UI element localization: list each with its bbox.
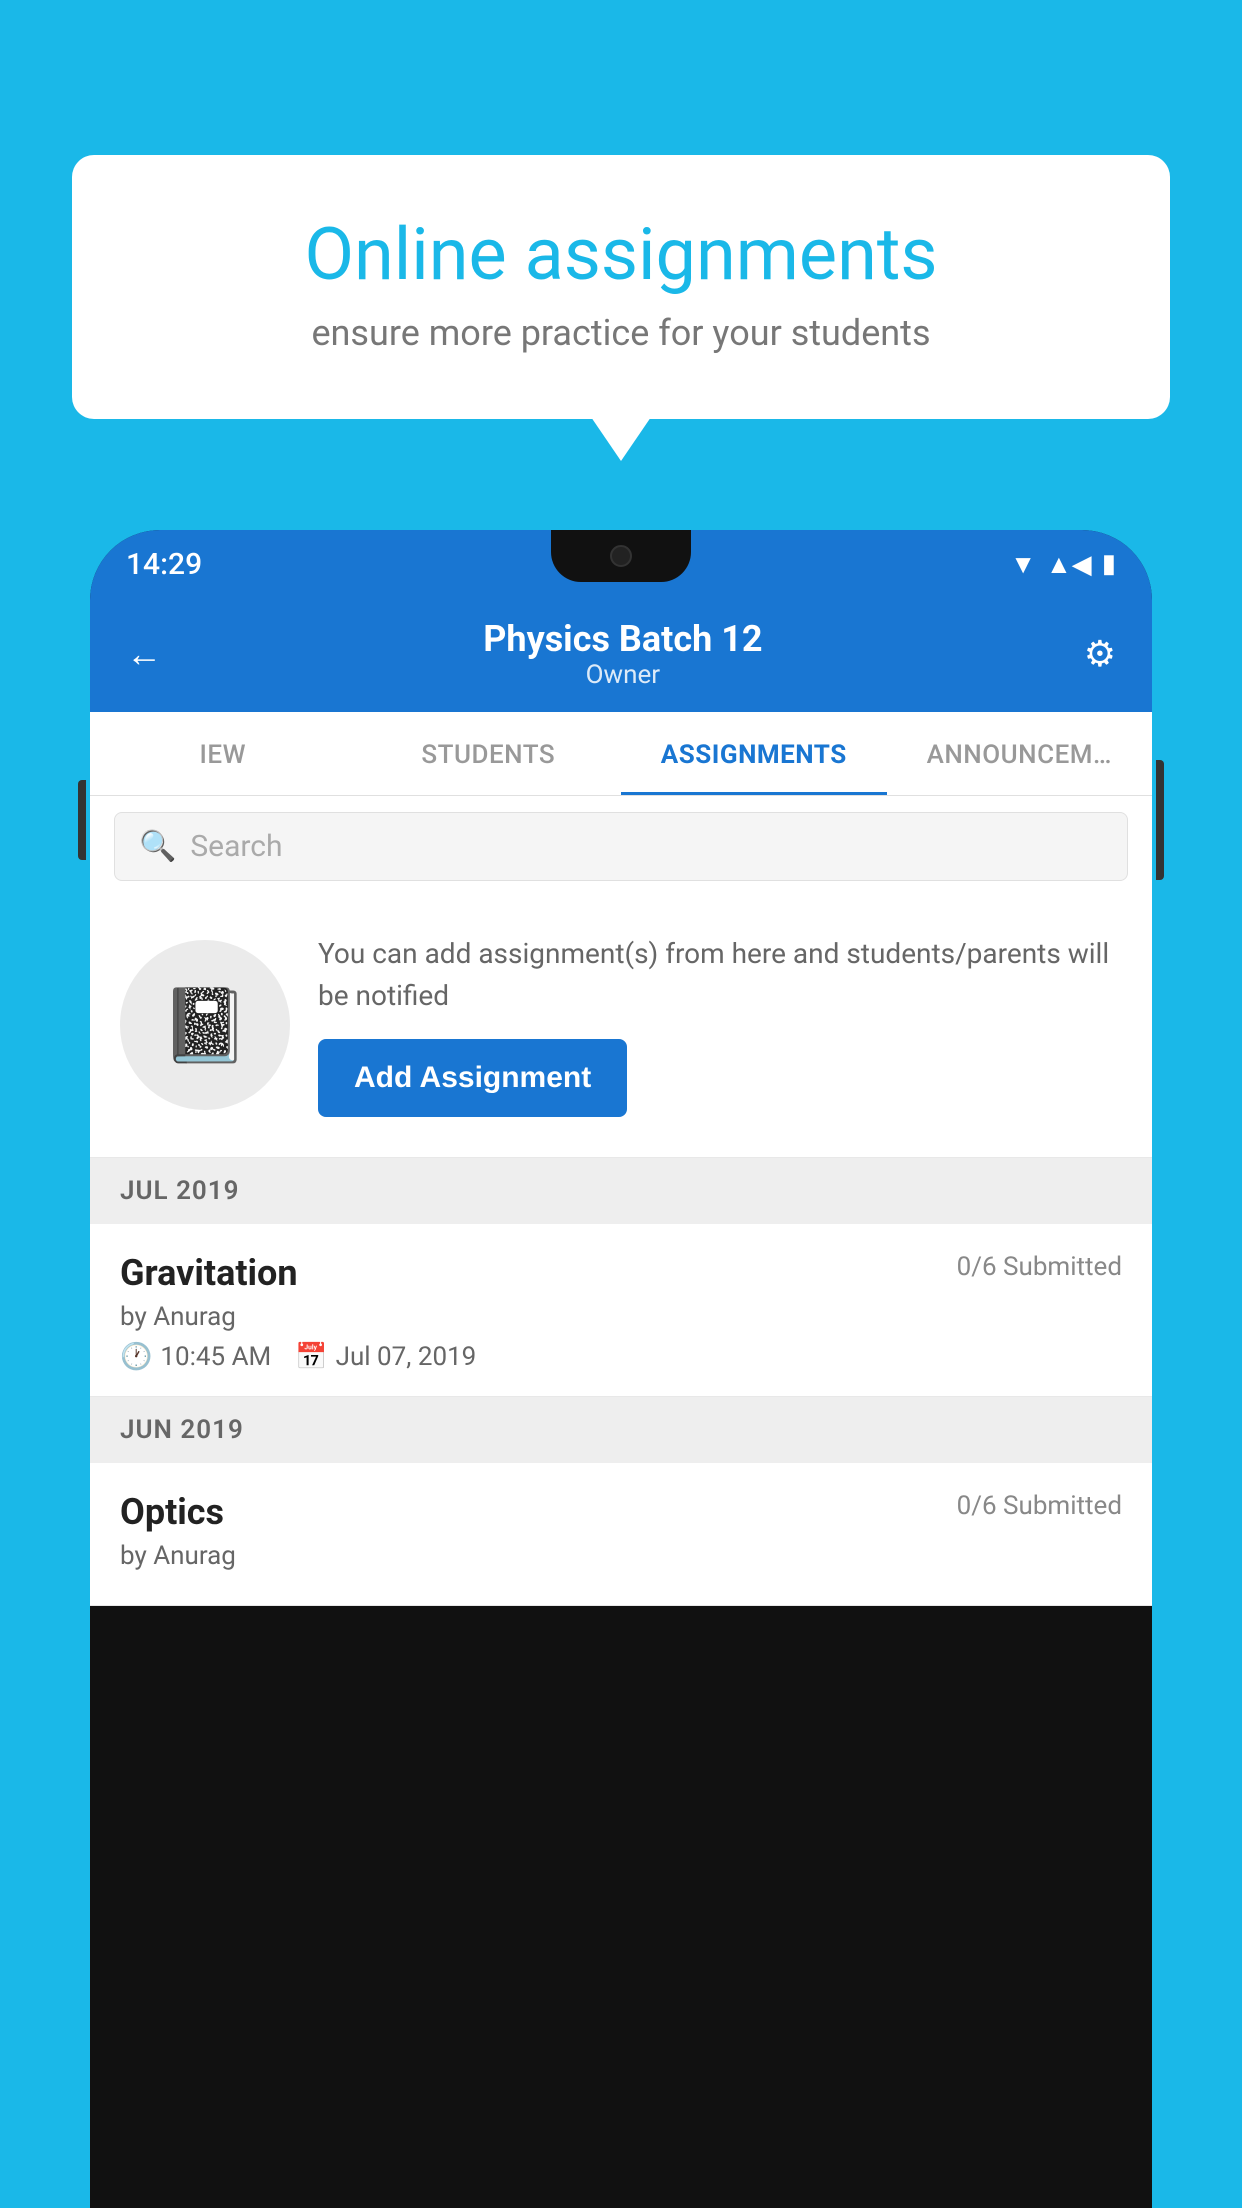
section-header-jul: JUL 2019 [90,1158,1152,1224]
promo-card: 📓 You can add assignment(s) from here an… [90,897,1152,1158]
speech-bubble-subtitle: ensure more practice for your students [142,312,1100,354]
tab-iew[interactable]: IEW [90,712,356,795]
speech-bubble-container: Online assignments ensure more practice … [72,155,1170,419]
assignment-top-row: Gravitation 0/6 Submitted [120,1252,1122,1294]
section-header-jun: JUN 2019 [90,1397,1152,1463]
assignment-title-optics: Optics [120,1491,224,1533]
meta-time: 🕐 10:45 AM [120,1342,271,1372]
add-assignment-button[interactable]: Add Assignment [318,1039,627,1117]
battery-icon: ▮ [1102,549,1116,579]
tab-announcements[interactable]: ANNOUNCEM… [887,712,1153,795]
search-placeholder: Search [190,829,282,864]
search-icon: 🔍 [139,829,176,864]
speech-bubble: Online assignments ensure more practice … [72,155,1170,419]
phone-power-button [1156,760,1164,880]
phone-volume-button [78,780,86,860]
status-time: 14:29 [126,547,202,582]
assignment-by: by Anurag [120,1302,1122,1332]
batch-title: Physics Batch 12 [483,618,762,660]
phone-notch [551,530,691,582]
notebook-icon: 📓 [160,983,250,1068]
assignment-by-optics: by Anurag [120,1541,1122,1571]
settings-icon[interactable]: ⚙ [1084,633,1116,675]
assignment-submitted-optics: 0/6 Submitted [957,1491,1122,1521]
promo-icon-circle: 📓 [120,940,290,1110]
phone-frame: 14:29 ▼ ▲◀ ▮ ← Physics Batch 12 Owner ⚙ … [90,530,1152,2208]
tab-assignments[interactable]: ASSIGNMENTS [621,712,887,795]
assignment-date: Jul 07, 2019 [336,1342,477,1372]
app-header: ← Physics Batch 12 Owner ⚙ [90,598,1152,712]
assignment-title: Gravitation [120,1252,298,1294]
status-icons: ▼ ▲◀ ▮ [1010,549,1116,580]
assignment-item-gravitation[interactable]: Gravitation 0/6 Submitted by Anurag 🕐 10… [90,1224,1152,1397]
batch-role: Owner [483,660,762,690]
calendar-icon: 📅 [295,1342,327,1372]
back-button[interactable]: ← [126,633,162,675]
wifi-icon: ▼ [1010,549,1036,580]
assignment-time: 10:45 AM [160,1342,271,1372]
promo-text-block: You can add assignment(s) from here and … [318,933,1122,1117]
signal-icon: ▲◀ [1046,549,1092,580]
assignment-top-row-optics: Optics 0/6 Submitted [120,1491,1122,1533]
search-container: 🔍 Search [90,796,1152,897]
speech-bubble-title: Online assignments [142,215,1100,294]
assignment-submitted: 0/6 Submitted [957,1252,1122,1282]
search-bar[interactable]: 🔍 Search [114,812,1128,881]
assignment-item-optics[interactable]: Optics 0/6 Submitted by Anurag [90,1463,1152,1606]
tab-students[interactable]: STUDENTS [356,712,622,795]
camera [610,545,632,567]
promo-description: You can add assignment(s) from here and … [318,933,1122,1017]
phone-content: 🔍 Search 📓 You can add assignment(s) fro… [90,796,1152,1606]
clock-icon: 🕐 [120,1342,152,1372]
status-bar: 14:29 ▼ ▲◀ ▮ [90,530,1152,598]
tab-bar: IEW STUDENTS ASSIGNMENTS ANNOUNCEM… [90,712,1152,796]
assignment-meta: 🕐 10:45 AM 📅 Jul 07, 2019 [120,1342,1122,1372]
meta-date: 📅 Jul 07, 2019 [295,1342,476,1372]
header-title-block: Physics Batch 12 Owner [483,618,762,690]
